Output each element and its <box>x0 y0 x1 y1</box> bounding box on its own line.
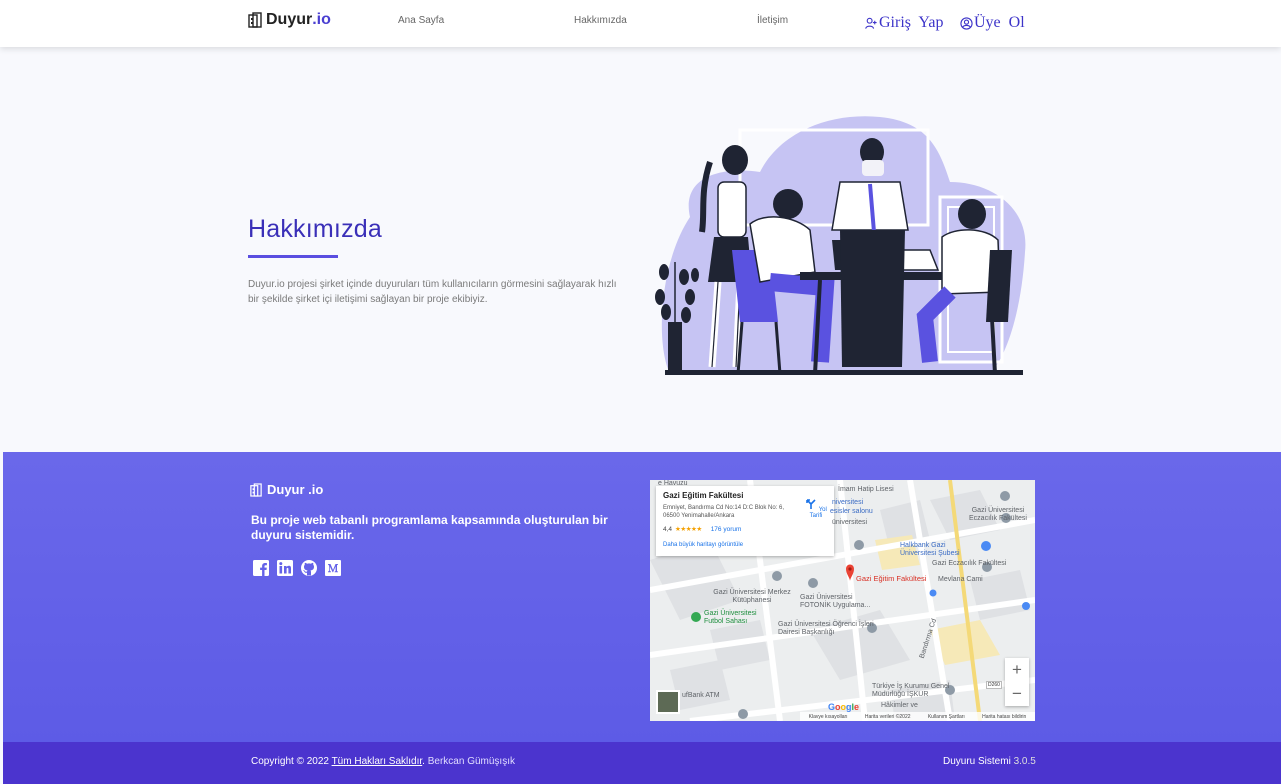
map-zoom-control: + − <box>1005 658 1029 706</box>
map-label: Gazi Eczacılık Fakültesi <box>932 560 1007 567</box>
login-link[interactable]: Giriş Yap <box>865 14 943 32</box>
map-data-text: Harita verileri ©2022 <box>864 713 911 720</box>
map-label: İmam Hatip Lisesi <box>838 486 894 493</box>
about-description: Duyur.io projesi şirket içinde duyurular… <box>248 279 617 305</box>
social-links <box>252 559 348 577</box>
place-rating: 4,4 ★★★★★ 176 yorum <box>663 525 827 534</box>
navbar: Duyur .io Ana Sayfa Hakkımızda İletişim G… <box>0 0 1281 47</box>
star-rating-icon: ★★★★★ <box>675 526 702 533</box>
version-number: 3.0.5 <box>1013 756 1036 767</box>
user-plus-icon <box>865 17 877 29</box>
github-icon <box>301 560 317 576</box>
footer <box>3 452 1281 742</box>
building-icon <box>250 482 262 497</box>
directions-button[interactable]: Yol Tarifi <box>799 498 833 519</box>
copyright-link[interactable]: Tüm Hakları Saklıdır <box>332 756 423 767</box>
brand-logo[interactable]: Duyur .io <box>248 11 331 29</box>
map-label: Hâkimler ve <box>881 702 918 709</box>
map-label: Mevlana Cami <box>938 576 983 583</box>
map-label: esisler salonu <box>830 508 873 515</box>
footer-description: Bu proje web tabanlı programlama kapsamı… <box>251 513 608 542</box>
zoom-out-button[interactable]: − <box>1005 682 1029 706</box>
reviews-link[interactable]: 176 yorum <box>711 526 742 533</box>
larger-map-link[interactable]: Daha büyük haritayı görüntüle <box>663 542 743 548</box>
brand-suffix: .io <box>312 11 331 28</box>
medium-link[interactable] <box>324 559 342 577</box>
nav-about-link[interactable]: Hakkımızda <box>574 15 627 26</box>
nav-contact-link[interactable]: İletişim <box>757 15 788 26</box>
github-link[interactable] <box>300 559 318 577</box>
building-icon <box>248 12 262 28</box>
map-label: e Havuzu <box>658 480 688 487</box>
footer-bottom-bar <box>3 742 1281 784</box>
nav-home-link[interactable]: Ana Sayfa <box>398 15 444 26</box>
place-address: Emniyet, Bandırma Cd No:14 D:C Blok No: … <box>663 505 785 519</box>
medium-icon <box>325 560 341 576</box>
zoom-in-button[interactable]: + <box>1005 658 1029 682</box>
page-title: Hakkımızda <box>248 215 382 243</box>
map-label: niversitesi <box>832 499 864 506</box>
map-label: Gazi Üniversitesi Futbol Sahası <box>704 610 757 625</box>
map-embed[interactable]: Gazi Eğitim Fakültesi Emniyet, Bandırma … <box>650 480 1035 721</box>
footer-brand-name: Duyur .io <box>267 482 324 497</box>
report-error-link[interactable]: Harita hatası bildirin <box>982 714 1026 720</box>
map-label: Gazi Üniversitesi Eczacılık Fakültesi <box>969 507 1027 522</box>
road-badge: D260 <box>986 681 1002 689</box>
map-label: Gazi Üniversitesi Merkez Kütüphanesi <box>713 589 791 604</box>
street-view-thumbnail[interactable] <box>656 690 680 714</box>
place-card: Gazi Eğitim Fakültesi Emniyet, Bandırma … <box>656 486 834 556</box>
directions-icon <box>806 499 816 509</box>
map-label: ufBank ATM <box>682 692 720 699</box>
map-pin-label: Gazi Eğitim Fakültesi <box>856 574 927 583</box>
title-underline <box>248 255 338 258</box>
copyright-prefix: Copyright © 2022 <box>251 756 329 767</box>
version-label: Duyuru Sistemi <box>943 756 1011 767</box>
keyboard-shortcuts-link[interactable]: Klavye kısayolları <box>809 714 848 720</box>
facebook-link[interactable] <box>252 559 270 577</box>
map-label: Türkiye İş Kurumu Genel Müdürlüğü İŞKUR <box>872 683 950 698</box>
register-label: Üye Ol <box>974 14 1025 31</box>
copyright-author: Berkcan Gümüşışık <box>427 756 515 767</box>
map-label: Gazi Üniversitesi FOTONİK Uygulama... <box>800 594 871 609</box>
login-label: Giriş Yap <box>879 14 944 31</box>
map-label: Halkbank Gazi Üniversitesi Şubesi <box>900 542 960 557</box>
linkedin-icon <box>277 560 293 576</box>
register-link[interactable]: Üye Ol <box>960 14 1025 32</box>
terms-link[interactable]: Kullanım Şartları <box>928 714 965 720</box>
version-info: Duyuru Sistemi 3.0.5 <box>943 756 1036 767</box>
google-logo: Google <box>828 702 860 712</box>
map-label: Gazi Üniversitesi Öğrenci İşleri Dairesi… <box>778 621 874 636</box>
copyright: Copyright © 2022 Tüm Hakları Saklıdır. B… <box>251 756 515 767</box>
map-label: üniversitesi <box>832 519 868 526</box>
rating-value: 4,4 <box>663 525 673 533</box>
brand-name: Duyur <box>266 11 313 28</box>
team-meeting-illustration <box>655 116 1026 375</box>
footer-brand: Duyur .io <box>250 482 323 497</box>
user-circle-icon <box>960 16 973 30</box>
facebook-icon <box>253 560 269 576</box>
linkedin-link[interactable] <box>276 559 294 577</box>
map-attribution: Klavye kısayolları Harita verileri ©2022… <box>800 712 1035 721</box>
